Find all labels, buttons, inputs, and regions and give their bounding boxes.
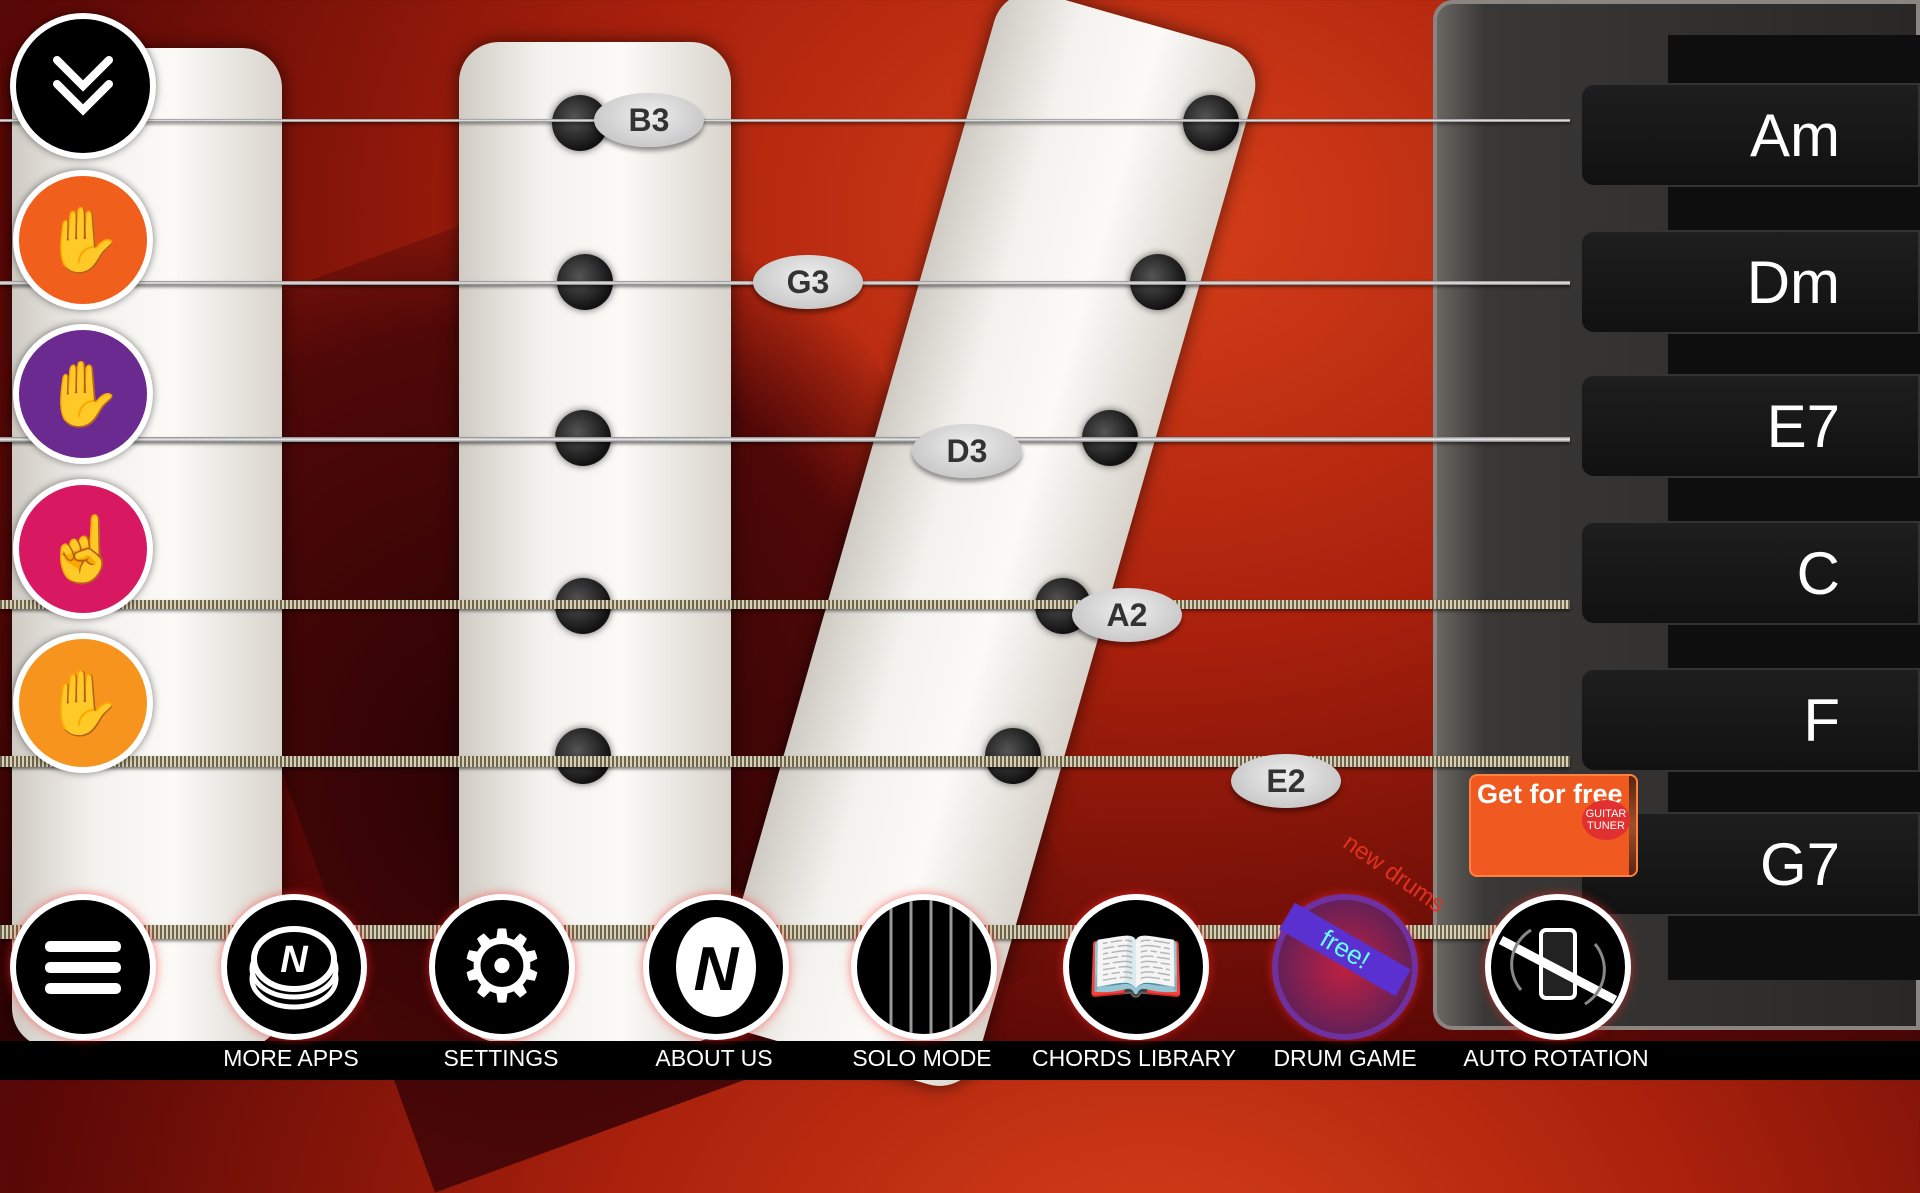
pick-button[interactable]: ☝ (13, 479, 153, 619)
open-hand-icon: ✋ (43, 666, 123, 739)
n-logo-icon: N (676, 917, 756, 1017)
collapse-button[interactable] (10, 13, 156, 159)
chord-button-am[interactable]: Am (1580, 83, 1920, 187)
coin-stack-icon: N (249, 926, 339, 1010)
solo-mode-button[interactable] (851, 894, 997, 1040)
guitar-tuner-icon: GUITAR TUNER (1582, 776, 1636, 875)
svg-text:N: N (694, 935, 740, 1004)
string-b3[interactable] (0, 119, 1570, 122)
string-d3[interactable] (0, 437, 1570, 442)
svg-text:N: N (280, 939, 309, 981)
mute-button[interactable]: ✋ (13, 633, 153, 773)
hand-swipe-icon: ✋ (43, 203, 123, 276)
strum-down-button[interactable]: ✋ (13, 170, 153, 310)
more-apps-button[interactable]: N (221, 894, 367, 1040)
chord-button-c[interactable]: C (1580, 521, 1920, 625)
book-icon: 📖 (1086, 922, 1186, 1011)
chord-button-dm[interactable]: Dm (1580, 230, 1920, 334)
menu-button[interactable] (10, 894, 156, 1040)
string-a2[interactable] (0, 600, 1570, 609)
about-us-button[interactable]: N (643, 894, 789, 1040)
note-label: D3 (912, 424, 1022, 478)
chords-library-label: CHORDS LIBRARY (1031, 1045, 1237, 1071)
auto-rotation-button[interactable] (1485, 894, 1631, 1040)
more-apps-label: MORE APPS (223, 1045, 359, 1071)
finger-pick-icon: ☝ (43, 512, 123, 585)
about-us-label: ABOUT US (655, 1045, 773, 1071)
strings-icon (889, 900, 973, 1034)
double-chevron-down-icon (53, 56, 113, 116)
guitar-tuner-ad[interactable]: Get for free GUITAR TUNER (1469, 774, 1638, 877)
gear-icon: ⚙ (457, 911, 547, 1023)
rotation-lock-icon (1498, 928, 1618, 1006)
chord-button-e7[interactable]: E7 (1580, 374, 1920, 478)
auto-rotation-label: AUTO ROTATION (1463, 1045, 1649, 1071)
settings-label: SETTINGS (443, 1045, 559, 1071)
note-label: B3 (594, 93, 704, 147)
chord-button-f[interactable]: F (1580, 668, 1920, 772)
pole-piece (1183, 95, 1239, 151)
hand-swipe-icon: ✋ (43, 357, 123, 430)
settings-button[interactable]: ⚙ (429, 894, 575, 1040)
pickup-middle (459, 42, 731, 1042)
drum-game-button[interactable]: free! new drums (1272, 829, 1449, 1040)
hamburger-menu-icon (45, 941, 121, 994)
note-label: G3 (753, 255, 863, 309)
strum-up-button[interactable]: ✋ (13, 324, 153, 464)
note-label: E2 (1231, 754, 1341, 808)
note-label: A2 (1072, 588, 1182, 642)
chords-library-button[interactable]: 📖 (1063, 894, 1209, 1040)
string-e2[interactable] (0, 756, 1570, 767)
solo-mode-label: SOLO MODE (852, 1045, 992, 1071)
drum-game-label: DRUM GAME (1273, 1045, 1417, 1071)
